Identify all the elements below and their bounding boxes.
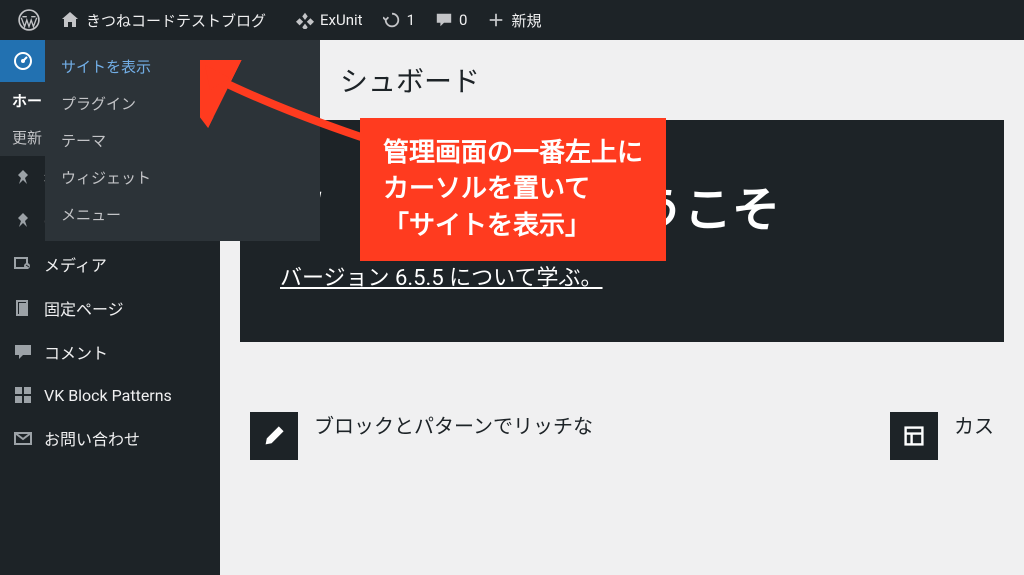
plus-icon xyxy=(487,11,505,29)
exunit-icon xyxy=(296,11,314,29)
dropdown-item-plugins[interactable]: プラグイン xyxy=(45,85,320,122)
welcome-cards: ブロックとパターンでリッチな カス xyxy=(240,382,1004,460)
comments-count: 0 xyxy=(459,11,467,29)
dropdown-item-widgets[interactable]: ウィジェット xyxy=(45,159,320,196)
refresh-icon xyxy=(383,11,401,29)
new-label: 新規 xyxy=(511,10,541,31)
site-name-label: きつねコードテストブログ xyxy=(86,10,266,31)
dropdown-item-themes[interactable]: テーマ xyxy=(45,122,320,159)
site-dropdown: サイトを表示 プラグイン テーマ ウィジェット メニュー xyxy=(45,40,320,241)
sidebar-item-pages[interactable]: 固定ページ xyxy=(0,286,220,330)
grid-icon xyxy=(12,384,34,406)
sidebar-item-label: お問い合わせ xyxy=(44,426,140,450)
dropdown-item-menus[interactable]: メニュー xyxy=(45,196,320,233)
card-text: ブロックとパターンでリッチな xyxy=(314,412,593,440)
sidebar-item-label: コメント xyxy=(44,340,108,364)
main-content: シュボード W ordPressへ ようこそ バージョン 6.5.5 について学… xyxy=(220,40,1024,575)
dashboard-icon xyxy=(12,50,34,72)
welcome-card-blocks: ブロックとパターンでリッチな xyxy=(250,412,593,460)
sidebar-item-comments[interactable]: コメント xyxy=(0,330,220,374)
sidebar-item-media[interactable]: メディア xyxy=(0,242,220,286)
updates-menu[interactable]: 1 xyxy=(373,0,425,40)
welcome-card-customize: カス xyxy=(890,412,994,460)
card-text: カス xyxy=(954,412,994,440)
version-link[interactable]: バージョン 6.5.5 について学ぶ。 xyxy=(280,266,603,291)
sidebar-item-vk-patterns[interactable]: VK Block Patterns xyxy=(0,374,220,416)
admin-bar: きつねコードテストブログ ExUnit 1 0 新規 xyxy=(0,0,1024,40)
pin-icon xyxy=(12,210,34,232)
updates-count: 1 xyxy=(407,11,415,29)
comment-icon xyxy=(435,11,453,29)
wp-logo-menu[interactable] xyxy=(8,0,50,40)
edit-icon xyxy=(250,412,298,460)
exunit-menu[interactable]: ExUnit xyxy=(286,0,373,40)
page-icon xyxy=(12,297,34,319)
layout-icon xyxy=(890,412,938,460)
exunit-label: ExUnit xyxy=(320,11,363,29)
sidebar-item-contact[interactable]: お問い合わせ xyxy=(0,416,220,460)
page-title: シュボード xyxy=(240,60,1004,100)
wordpress-logo-icon xyxy=(18,9,40,31)
welcome-title: W ordPressへ ようこそ xyxy=(280,170,964,240)
media-icon xyxy=(12,253,34,275)
dropdown-item-view-site[interactable]: サイトを表示 xyxy=(45,48,320,85)
pin-icon xyxy=(12,167,34,189)
site-name-menu[interactable]: きつねコードテストブログ xyxy=(50,0,276,40)
comment-icon xyxy=(12,341,34,363)
sidebar-item-label: メディア xyxy=(44,252,107,276)
mail-icon xyxy=(12,427,34,449)
welcome-panel: W ordPressへ ようこそ バージョン 6.5.5 について学ぶ。 xyxy=(240,120,1004,342)
sidebar-item-label: VK Block Patterns xyxy=(44,386,172,405)
new-content-menu[interactable]: 新規 xyxy=(477,0,551,40)
home-icon xyxy=(60,10,80,30)
sidebar-item-label: 固定ページ xyxy=(44,296,124,320)
comments-menu[interactable]: 0 xyxy=(425,0,477,40)
